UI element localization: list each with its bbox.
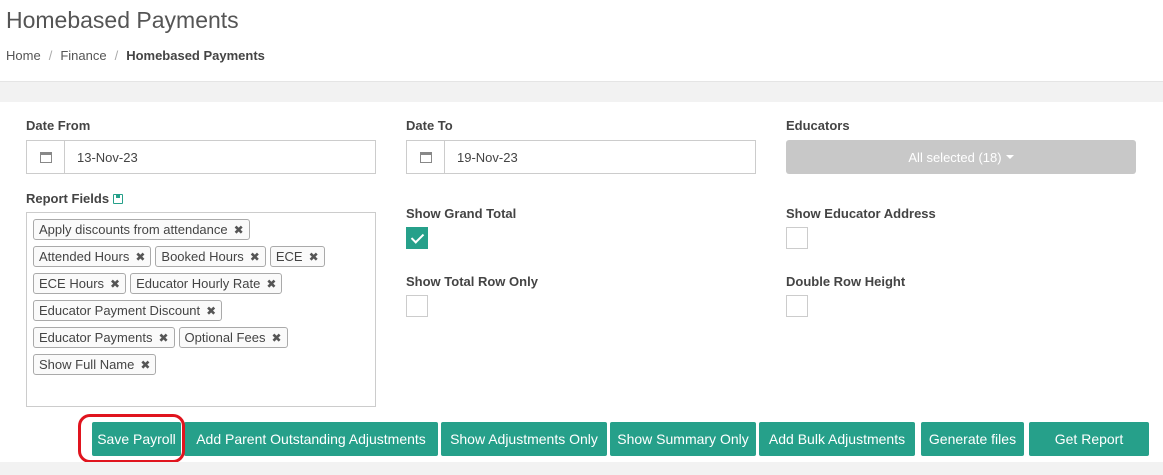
remove-icon[interactable]: ✖	[266, 277, 276, 291]
educators-label: Educators	[786, 118, 850, 133]
tag-label: Educator Payments	[39, 330, 153, 345]
tag-row: Attended Hours ✖ Booked Hours ✖ ECE ✖	[33, 243, 369, 270]
get-report-button[interactable]: Get Report	[1029, 422, 1149, 456]
breadcrumb-home[interactable]: Home	[6, 48, 41, 63]
date-from-field[interactable]: 13-Nov-23	[26, 140, 376, 174]
show-summary-only-button[interactable]: Show Summary Only	[610, 422, 756, 456]
remove-icon[interactable]: ✖	[158, 331, 168, 345]
generate-files-button[interactable]: Generate files	[921, 422, 1024, 456]
breadcrumb-separator: /	[114, 48, 119, 63]
remove-icon[interactable]: ✖	[135, 250, 145, 264]
tag-label: Educator Hourly Rate	[136, 276, 261, 291]
educators-select-value: All selected (18)	[908, 149, 1002, 165]
tag-row: ECE Hours ✖ Educator Hourly Rate ✖	[33, 270, 369, 297]
calendar-icon[interactable]	[26, 140, 64, 174]
tag-item: Show Full Name ✖	[33, 354, 157, 375]
caret-down-icon	[1005, 155, 1014, 159]
breadcrumb-separator: /	[48, 48, 53, 63]
remove-icon[interactable]: ✖	[206, 304, 216, 318]
add-parent-outstanding-adjustments-button[interactable]: Add Parent Outstanding Adjustments	[184, 422, 438, 456]
remove-icon[interactable]: ✖	[110, 277, 120, 291]
footer-divider	[0, 462, 1163, 475]
tag-item: Booked Hours ✖	[155, 246, 266, 267]
save-icon[interactable]	[113, 194, 124, 204]
date-to-label: Date To	[406, 118, 453, 133]
remove-icon[interactable]: ✖	[271, 331, 281, 345]
breadcrumb: Home / Finance / Homebased Payments	[6, 48, 1157, 63]
tag-item: Educator Payment Discount ✖	[33, 300, 223, 321]
tag-label: ECE	[275, 249, 303, 264]
page-header: Homebased Payments Home / Finance / Homebase…	[0, 0, 1163, 82]
breadcrumb-finance[interactable]: Finance	[60, 48, 106, 63]
tag-label: Show Full Name	[39, 357, 135, 372]
show-total-row-only-label: Show Total Row Only	[406, 274, 538, 289]
tag-label: Optional Fees	[184, 330, 266, 345]
show-educator-address-checkbox[interactable]	[786, 227, 808, 249]
remove-icon[interactable]: ✖	[140, 358, 150, 372]
tag-label: Apply discounts from attendance	[39, 222, 228, 237]
date-from-label: Date From	[26, 118, 91, 133]
date-to-field[interactable]: 19-Nov-23	[406, 140, 756, 174]
report-fields-label: Report Fields	[26, 191, 124, 206]
page-title: Homebased Payments	[6, 7, 239, 33]
remove-icon[interactable]: ✖	[309, 250, 319, 264]
save-payroll-button[interactable]: Save Payroll	[92, 422, 181, 456]
calendar-icon[interactable]	[406, 140, 444, 174]
tag-label: Booked Hours	[161, 249, 244, 264]
breadcrumb-current: Homebased Payments	[126, 48, 265, 63]
date-from-input[interactable]: 13-Nov-23	[64, 140, 376, 174]
remove-icon[interactable]: ✖	[234, 223, 244, 237]
tag-item: Attended Hours ✖	[33, 246, 152, 267]
show-grand-total-label: Show Grand Total	[406, 206, 517, 221]
tag-row: Educator Payments ✖ Optional Fees ✖	[33, 324, 369, 351]
tag-item: ECE ✖	[269, 246, 325, 267]
educators-select[interactable]: All selected (18)	[786, 140, 1136, 174]
tag-row: Educator Payment Discount ✖	[33, 297, 369, 324]
show-educator-address-label: Show Educator Address	[786, 206, 936, 221]
show-adjustments-only-button[interactable]: Show Adjustments Only	[441, 422, 607, 456]
tag-item: Educator Hourly Rate ✖	[130, 273, 283, 294]
double-row-height-checkbox[interactable]	[786, 295, 808, 317]
double-row-height-label: Double Row Height	[786, 274, 906, 289]
add-bulk-adjustments-button[interactable]: Add Bulk Adjustments	[759, 422, 915, 456]
remove-icon[interactable]: ✖	[250, 250, 260, 264]
tag-label: Educator Payment Discount	[39, 303, 201, 318]
report-fields-label-text: Report Fields	[26, 191, 110, 206]
tag-item: Apply discounts from attendance ✖	[33, 219, 250, 240]
tag-row: Apply discounts from attendance ✖	[33, 216, 369, 243]
section-divider	[0, 82, 1163, 102]
report-fields-box[interactable]: Apply discounts from attendance ✖ Attende…	[26, 212, 376, 407]
tag-label: ECE Hours	[39, 276, 105, 291]
tag-label: Attended Hours	[39, 249, 130, 264]
tag-row: Show Full Name ✖	[33, 351, 369, 378]
show-total-row-only-checkbox[interactable]	[406, 295, 428, 317]
tag-item: Optional Fees ✖	[178, 327, 288, 348]
tag-item: Educator Payments ✖	[33, 327, 175, 348]
show-grand-total-checkbox[interactable]	[406, 227, 428, 249]
date-to-input[interactable]: 19-Nov-23	[444, 140, 756, 174]
tag-item: ECE Hours ✖	[33, 273, 127, 294]
